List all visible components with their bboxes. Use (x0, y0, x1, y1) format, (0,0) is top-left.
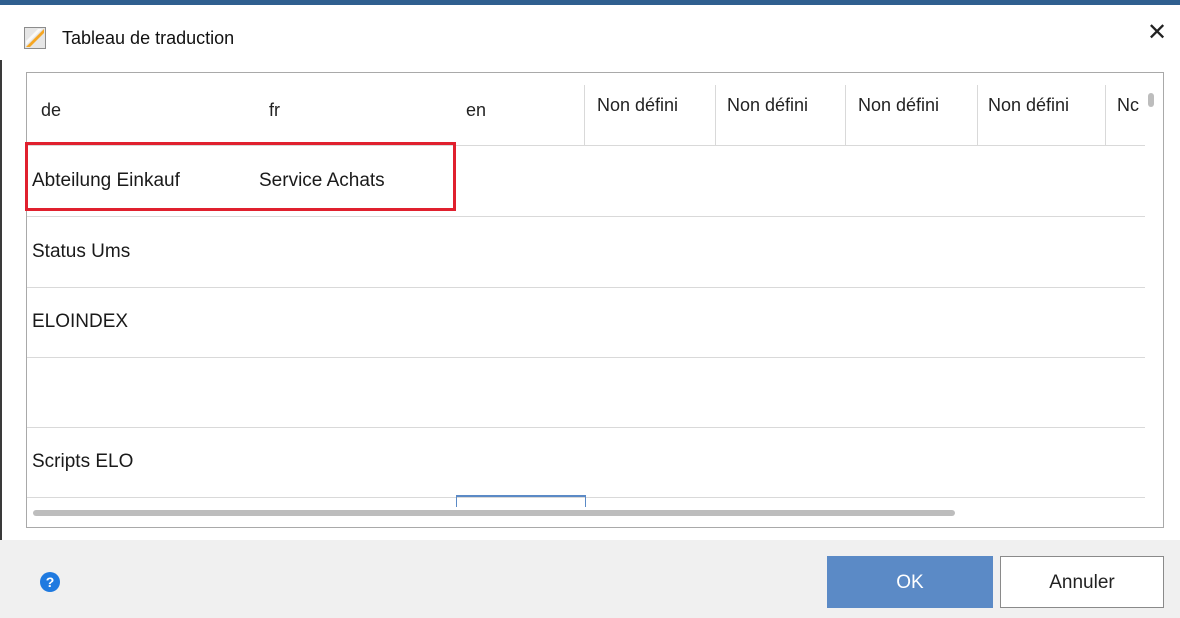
table-row[interactable]: ELOINDEX (27, 287, 1145, 358)
column-header-de[interactable]: de (41, 73, 241, 145)
table-cell-de[interactable] (32, 357, 252, 427)
column-header-undefined-4[interactable]: Non défini (988, 73, 1102, 145)
window-left-edge (0, 5, 2, 618)
column-separator (977, 85, 978, 145)
table-row[interactable] (27, 357, 1145, 428)
column-header-undefined-2[interactable]: Non défini (727, 73, 843, 145)
table-cell-fr[interactable] (259, 427, 459, 497)
help-icon[interactable]: ? (40, 572, 60, 592)
highlight-annotation-box (25, 142, 456, 211)
table-header: de fr en Non défini Non défini Non défin… (27, 73, 1145, 146)
table-cell-de[interactable]: Scripts ELO (32, 427, 252, 497)
table-row[interactable]: Scripts ELO (27, 427, 1145, 498)
table-cell-fr[interactable] (259, 357, 459, 427)
table-cell-fr[interactable] (259, 287, 459, 357)
dialog-title: Tableau de traduction (62, 28, 235, 48)
table-cell-fr[interactable] (259, 217, 459, 287)
table-row[interactable]: Status Ums (27, 217, 1145, 288)
column-header-undefined-1[interactable]: Non défini (597, 73, 713, 145)
horizontal-scrollbar-thumb[interactable] (33, 510, 955, 516)
title-bar: Tableau de traduction (0, 5, 1180, 60)
cancel-button[interactable]: Annuler (1000, 556, 1164, 608)
cell-focus-indicator (456, 495, 586, 507)
column-separator (845, 85, 846, 145)
close-icon[interactable]: ✕ (1141, 17, 1173, 49)
table-cell-de[interactable]: Status Ums (32, 217, 252, 287)
horizontal-scrollbar[interactable] (33, 510, 1155, 516)
table-cell-de[interactable]: ELOINDEX (32, 287, 252, 357)
app-icon (24, 27, 46, 49)
column-header-fr[interactable]: fr (269, 73, 449, 145)
column-separator (584, 85, 585, 145)
column-header-undefined-5[interactable]: Nc (1117, 73, 1143, 145)
column-separator (1105, 85, 1106, 145)
translation-table: de fr en Non défini Non défini Non défin… (26, 72, 1164, 528)
vertical-scrollbar[interactable] (1148, 93, 1154, 107)
column-separator (715, 85, 716, 145)
column-header-en[interactable]: en (466, 73, 566, 145)
column-header-undefined-3[interactable]: Non défini (858, 73, 974, 145)
ok-button[interactable]: OK (827, 556, 993, 608)
